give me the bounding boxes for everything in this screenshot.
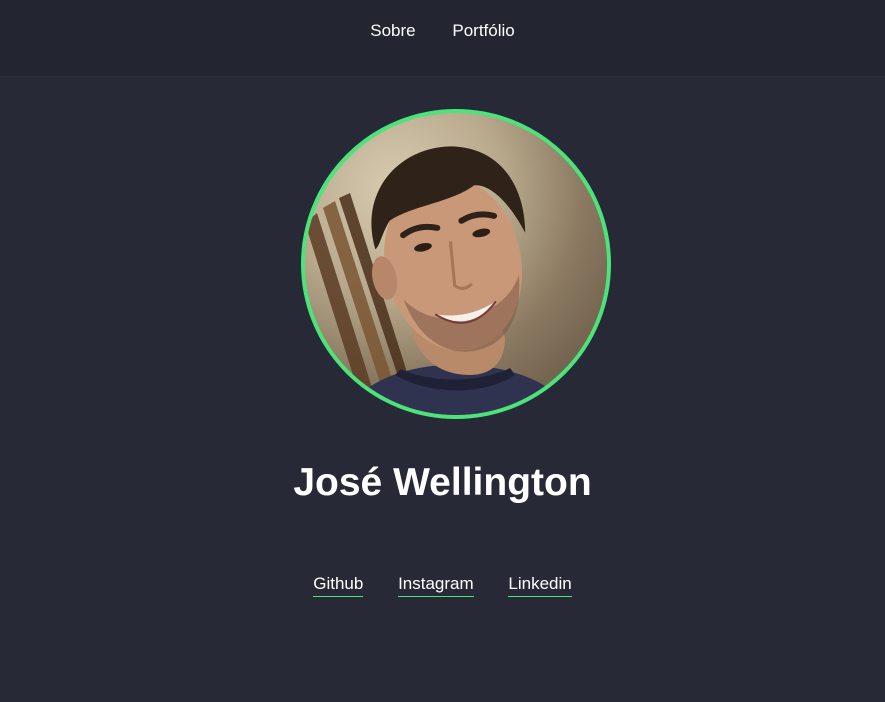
main-nav: Sobre Portfólio: [0, 20, 885, 42]
instagram-link[interactable]: Instagram: [398, 573, 474, 597]
profile-name: José Wellington: [293, 461, 592, 504]
linkedin-link[interactable]: Linkedin: [508, 573, 572, 597]
social-links: Github Instagram Linkedin: [0, 573, 885, 597]
profile-avatar: [301, 109, 611, 419]
nav-link-portfolio[interactable]: Portfólio: [452, 21, 514, 40]
nav-link-sobre[interactable]: Sobre: [370, 21, 415, 40]
top-header: Sobre Portfólio: [0, 0, 885, 77]
github-link[interactable]: Github: [313, 573, 364, 597]
avatar-photo: [301, 109, 611, 419]
portrait-illustration: [305, 146, 575, 415]
